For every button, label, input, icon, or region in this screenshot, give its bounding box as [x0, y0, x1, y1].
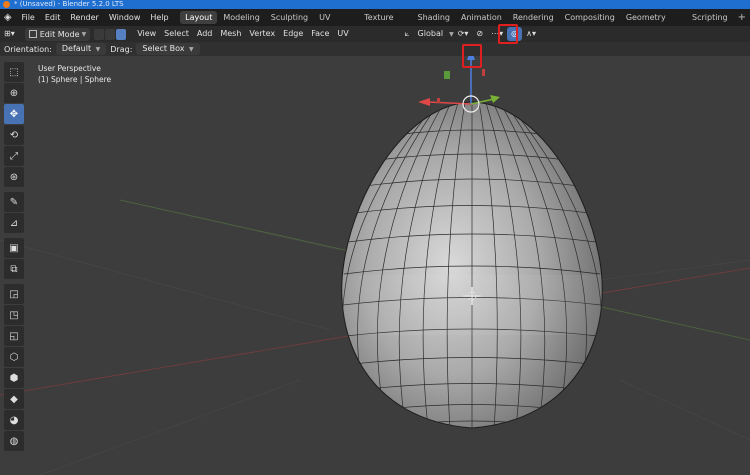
pivot-point-icon[interactable]: ⟳▾ [454, 27, 473, 41]
vertex-select-icon[interactable] [94, 28, 105, 40]
tab-shading[interactable]: Shading [413, 11, 456, 24]
menu-vertex[interactable]: Vertex [245, 27, 279, 41]
tool-shelf: ⬚ ⊕ ✥ ⟲ ⤢ ⊛ ✎ ⊿ ▣ ⧉ ◲ ◳ ◱ ⬡ ⬢ ◆ ◕ ◍ [4, 62, 26, 452]
inset-icon[interactable]: ◲ [4, 284, 24, 304]
snap-icon[interactable]: ⊘ [472, 27, 487, 41]
loop-cut-icon[interactable]: ◱ [4, 326, 24, 346]
menu-mesh[interactable]: Mesh [216, 27, 245, 41]
top-menu-bar: ◈ File Edit Render Window Help Layout Mo… [0, 9, 750, 35]
transform-icon[interactable]: ⊛ [4, 167, 24, 187]
smooth-icon[interactable]: ◕ [4, 410, 24, 430]
move-icon[interactable]: ✥ [4, 104, 24, 124]
tab-compositing[interactable]: Compositing [560, 11, 620, 24]
shrink-icon[interactable]: ◍ [4, 431, 24, 451]
blender-logo-icon [3, 1, 10, 8]
select-mode-group [94, 28, 127, 40]
tab-layout[interactable]: Layout [180, 11, 218, 24]
editor-type-icon[interactable]: ⊞▾ [0, 27, 19, 41]
orientation-value: Default [61, 44, 92, 53]
poly-build-icon[interactable]: ⬢ [4, 368, 24, 388]
menu-window[interactable]: Window [104, 9, 146, 26]
tab-uv-editing[interactable]: UV Editing [314, 11, 358, 35]
menu-render[interactable]: Render [65, 9, 103, 26]
bevel-icon[interactable]: ◳ [4, 305, 24, 325]
3d-viewport[interactable]: ⬚ ⊕ ✥ ⟲ ⤢ ⊛ ✎ ⊿ ▣ ⧉ ◲ ◳ ◱ ⬡ ⬢ ◆ ◕ ◍ [0, 56, 750, 475]
chevron-down-icon: ▼ [189, 46, 194, 53]
menu-edge[interactable]: Edge [279, 27, 307, 41]
viewport-header: ⊞▾ Edit Mode ▼ View Select Add Mesh Vert… [0, 26, 750, 42]
mode-label: Edit Mode [39, 29, 80, 39]
annotate-icon[interactable]: ✎ [4, 192, 24, 212]
menu-add[interactable]: Add [193, 27, 217, 41]
menu-edit[interactable]: Edit [40, 9, 66, 26]
window-title: * (Unsaved) - Blender 5.2.0 LTS [14, 0, 124, 8]
tab-modeling[interactable]: Modeling [218, 11, 264, 24]
tab-rendering[interactable]: Rendering [508, 11, 559, 24]
transform-orientation-dropdown[interactable]: Global [414, 27, 448, 41]
transform-gizmo[interactable] [418, 56, 500, 113]
viewport-info: User Perspective (1) Sphere | Sphere [38, 63, 111, 85]
viewport-scene [0, 56, 750, 475]
drag-dropdown[interactable]: Select Box ▼ [136, 43, 200, 55]
drag-value: Select Box [142, 44, 185, 53]
edit-mode-icon [28, 30, 37, 38]
chevron-down-icon: ▼ [95, 46, 101, 53]
add-cube-icon[interactable]: ▣ [4, 238, 24, 258]
tab-sculpting[interactable]: Sculpting [266, 11, 313, 24]
blender-menu-icon[interactable]: ◈ [2, 11, 13, 25]
drag-label: Drag: [110, 44, 133, 54]
proportional-editing-highlight-box [498, 24, 518, 44]
scale-icon[interactable]: ⤢ [4, 146, 24, 166]
chevron-down-icon: ▼ [81, 30, 87, 38]
tab-geometry-nodes[interactable]: Geometry Nodes [621, 11, 686, 35]
menu-help[interactable]: Help [145, 9, 173, 26]
rotate-icon[interactable]: ⟲ [4, 125, 24, 145]
egg-mesh[interactable] [340, 101, 605, 430]
extrude-icon[interactable]: ⧉ [4, 259, 24, 279]
orientation-label: Orientation: [4, 44, 52, 54]
edge-select-icon[interactable] [105, 28, 116, 40]
tab-scripting[interactable]: Scripting [687, 11, 733, 24]
tool-settings-bar: Orientation: Default ▼ Drag: Select Box … [0, 42, 750, 56]
menu-file[interactable]: File [16, 9, 39, 26]
mode-selector[interactable]: Edit Mode ▼ [24, 27, 91, 41]
transform-orientation-icon[interactable]: ⟀ [401, 27, 414, 41]
tab-animation[interactable]: Animation [456, 11, 507, 24]
perspective-label: User Perspective [38, 64, 101, 73]
object-label: (1) Sphere | Sphere [38, 75, 112, 84]
tab-texture-paint[interactable]: Texture Paint [359, 11, 411, 35]
cursor-icon[interactable]: ⊕ [4, 83, 24, 103]
measure-icon[interactable]: ⊿ [4, 213, 24, 233]
falloff-icon[interactable]: ∧▾ [522, 27, 540, 41]
spin-icon[interactable]: ◆ [4, 389, 24, 409]
menu-face[interactable]: Face [307, 27, 333, 41]
select-box-icon[interactable]: ⬚ [4, 62, 24, 82]
menu-select[interactable]: Select [160, 27, 193, 41]
menu-view[interactable]: View [133, 27, 160, 41]
add-workspace-button[interactable]: + [734, 12, 750, 23]
orientation-dropdown[interactable]: Default ▼ [55, 43, 107, 55]
gizmo-highlight-box [462, 44, 482, 68]
face-select-icon[interactable] [116, 28, 127, 40]
menu-uv[interactable]: UV [333, 27, 352, 41]
title-bar: * (Unsaved) - Blender 5.2.0 LTS [0, 0, 750, 9]
knife-icon[interactable]: ⬡ [4, 347, 24, 367]
